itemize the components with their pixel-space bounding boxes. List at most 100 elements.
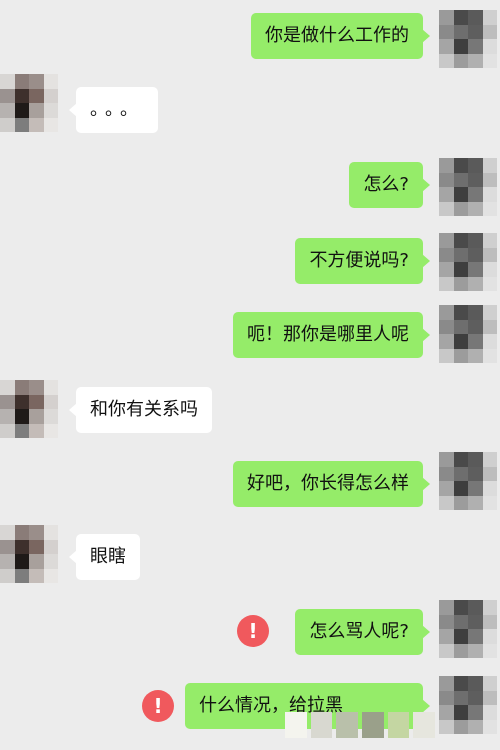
avatar-mosaic-cell — [453, 348, 468, 363]
avatar-mosaic-cell — [453, 158, 468, 173]
avatar-mosaic-cell — [14, 380, 29, 395]
avatar-mosaic-cell — [468, 643, 483, 658]
avatar-mosaic-cell — [439, 158, 454, 173]
avatar-mosaic-cell — [468, 172, 483, 187]
avatar-mosaic-cell — [468, 690, 483, 705]
avatar-mosaic-cell — [482, 187, 497, 202]
avatar-mosaic-cell — [453, 53, 468, 68]
avatar-mosaic-cell — [0, 88, 15, 103]
message-bubble-sent[interactable]: 怎么? — [349, 162, 430, 208]
avatar-mosaic-cell — [453, 705, 468, 720]
avatar-mosaic-cell — [482, 233, 497, 248]
avatar-mosaic-cell — [482, 39, 497, 54]
avatar-mosaic-cell — [0, 103, 15, 118]
self-avatar-icon[interactable] — [439, 452, 497, 510]
message-bubble-sent[interactable]: 呃！那你是哪里人呢 — [233, 312, 430, 358]
avatar-mosaic-cell — [482, 348, 497, 363]
avatar-mosaic-cell — [0, 117, 15, 132]
avatar-mosaic-cell — [482, 319, 497, 334]
self-avatar-icon[interactable] — [439, 305, 497, 363]
avatar-mosaic-cell — [439, 24, 454, 39]
avatar-mosaic-cell — [29, 103, 44, 118]
avatar-mosaic-cell — [482, 481, 497, 496]
avatar-mosaic-cell — [453, 24, 468, 39]
avatar-mosaic-cell — [453, 643, 468, 658]
avatar-mosaic-cell — [468, 53, 483, 68]
avatar-mosaic-cell — [453, 629, 468, 644]
avatar-mosaic-cell — [468, 39, 483, 54]
avatar-mosaic-cell — [468, 319, 483, 334]
avatar-mosaic-cell — [468, 10, 483, 25]
avatar-mosaic-cell — [482, 53, 497, 68]
avatar-mosaic-cell — [468, 201, 483, 216]
avatar-mosaic-cell — [453, 247, 468, 262]
avatar-mosaic-cell — [29, 74, 44, 89]
avatar-mosaic-cell — [0, 539, 15, 554]
avatar-mosaic-cell — [43, 117, 58, 132]
avatar-mosaic-cell — [439, 466, 454, 481]
exclamation-circle-icon[interactable]: ! — [142, 690, 174, 722]
avatar-mosaic-cell — [439, 305, 454, 320]
avatar-mosaic-cell — [0, 554, 15, 569]
avatar-mosaic-cell — [468, 614, 483, 629]
avatar-mosaic-cell — [439, 481, 454, 496]
self-avatar-icon[interactable] — [439, 233, 497, 291]
avatar-mosaic-cell — [453, 172, 468, 187]
message-bubble-sent[interactable]: 好吧，你长得怎么样 — [233, 461, 430, 507]
avatar-mosaic-cell — [29, 380, 44, 395]
avatar-mosaic-cell — [439, 600, 454, 615]
avatar-mosaic-cell — [0, 525, 15, 540]
avatar-mosaic-cell — [439, 187, 454, 202]
avatar-mosaic-cell — [468, 676, 483, 691]
self-avatar-icon[interactable] — [439, 158, 497, 216]
message-bubble-received[interactable]: 眼瞎 — [69, 534, 140, 580]
contact-avatar-icon[interactable] — [0, 380, 58, 438]
avatar-mosaic-cell — [29, 539, 44, 554]
contact-avatar-icon[interactable] — [0, 74, 58, 132]
avatar-mosaic-cell — [453, 614, 468, 629]
avatar-mosaic-cell — [453, 262, 468, 277]
avatar-mosaic-cell — [482, 643, 497, 658]
avatar-mosaic-cell — [439, 172, 454, 187]
avatar-mosaic-cell — [14, 409, 29, 424]
avatar-mosaic-cell — [14, 117, 29, 132]
self-avatar-icon[interactable] — [439, 600, 497, 658]
avatar-mosaic-cell — [468, 705, 483, 720]
avatar-mosaic-cell — [453, 201, 468, 216]
avatar-mosaic-cell — [482, 719, 497, 734]
avatar-mosaic-cell — [453, 495, 468, 510]
avatar-mosaic-cell — [453, 276, 468, 291]
message-bubble-sent[interactable]: 不方便说吗? — [295, 238, 430, 284]
avatar-mosaic-cell — [482, 158, 497, 173]
avatar-mosaic-cell — [468, 348, 483, 363]
avatar-mosaic-cell — [468, 334, 483, 349]
avatar-mosaic-cell — [468, 247, 483, 262]
contact-avatar-icon[interactable] — [0, 525, 58, 583]
message-bubble-received[interactable]: 和你有关系吗 — [69, 387, 212, 433]
avatar-mosaic-cell — [468, 466, 483, 481]
message-bubble-received[interactable]: 。。。 — [69, 87, 158, 133]
avatar-mosaic-cell — [453, 600, 468, 615]
avatar-mosaic-cell — [29, 409, 44, 424]
avatar-mosaic-cell — [482, 262, 497, 277]
avatar-mosaic-cell — [439, 452, 454, 467]
self-avatar-icon[interactable] — [439, 676, 497, 734]
self-avatar-icon[interactable] — [439, 10, 497, 68]
avatar-mosaic-cell — [0, 423, 15, 438]
avatar-mosaic-cell — [0, 568, 15, 583]
exclamation-circle-icon[interactable]: ! — [237, 615, 269, 647]
avatar-mosaic-cell — [0, 409, 15, 424]
avatar-mosaic-cell — [453, 334, 468, 349]
avatar-mosaic-cell — [439, 39, 454, 54]
avatar-mosaic-cell — [453, 319, 468, 334]
avatar-mosaic-cell — [14, 568, 29, 583]
avatar-mosaic-cell — [468, 158, 483, 173]
message-bubble-sent[interactable]: 你是做什么工作的 — [251, 13, 430, 59]
avatar-mosaic-cell — [439, 690, 454, 705]
avatar-mosaic-cell — [14, 525, 29, 540]
avatar-mosaic-cell — [43, 380, 58, 395]
avatar-mosaic-cell — [482, 276, 497, 291]
message-bubble-sent[interactable]: 怎么骂人呢? — [295, 609, 430, 655]
avatar-mosaic-cell — [14, 423, 29, 438]
avatar-mosaic-cell — [468, 495, 483, 510]
